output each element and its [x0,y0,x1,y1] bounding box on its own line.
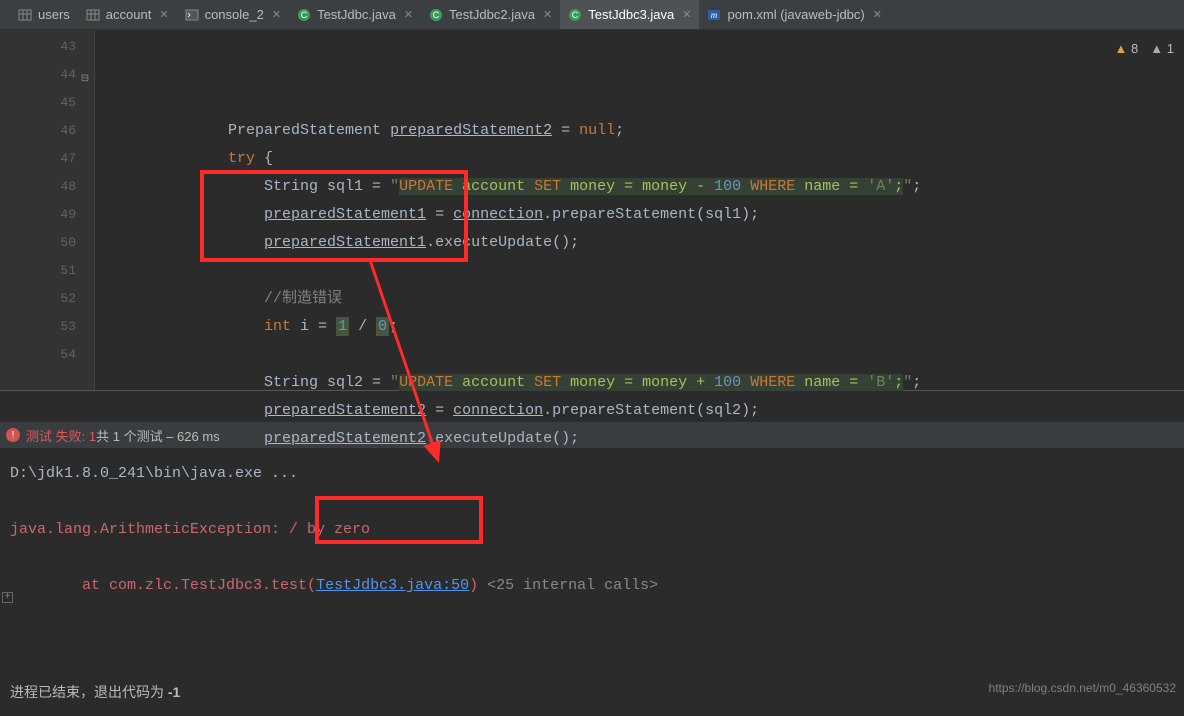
table-icon [18,8,32,22]
stack-at: at com.zlc.TestJdbc3.test( [10,577,316,594]
tab-label: pom.xml (javaweb-jdbc) [727,7,864,22]
code-line-51[interactable] [95,341,1184,369]
tab-label: users [38,7,70,22]
internal-calls: <25 internal calls> [478,577,658,594]
svg-text:C: C [301,10,308,20]
warning-count: 8 [1131,41,1138,56]
java-icon: C [297,8,311,22]
close-icon[interactable]: ✕ [272,8,281,21]
editor-tabs: usersaccount✕console_2✕CTestJdbc.java✕CT… [0,0,1184,30]
tab-console_2[interactable]: console_2 ✕ [177,0,290,29]
line-number: 53 [0,313,76,341]
code-line-54[interactable]: preparedStatement2.executeUpdate(); [95,425,1184,453]
tab-label: console_2 [205,7,264,22]
line-number: 52 [0,285,76,313]
expand-icon[interactable]: + [2,592,13,603]
tab-label: TestJdbc2.java [449,7,535,22]
tab-testjdbc2[interactable]: C TestJdbc2.java ✕ [421,0,560,29]
close-icon[interactable]: ✕ [159,8,168,21]
svg-text:C: C [433,10,440,20]
close-icon[interactable]: ✕ [404,8,413,21]
close-icon[interactable]: ✕ [873,8,882,21]
code-line-47[interactable]: preparedStatement1.executeUpdate(); [95,229,1184,257]
tab-label: TestJdbc.java [317,7,396,22]
table-icon [86,8,100,22]
line-number: 49 [0,201,76,229]
code-line-49[interactable]: //制造错误 [95,285,1184,313]
code-line-46[interactable]: preparedStatement1 = connection.prepareS… [95,201,1184,229]
weak-warning-count: 1 [1167,41,1174,56]
java-icon: C [568,8,582,22]
console-command: D:\jdk1.8.0_241\bin\java.exe ... [10,465,298,482]
code-area[interactable]: ▲ 8 ▲ 1 PreparedStatement preparedStatem… [95,30,1184,390]
test-status-label: 测试 失败: 1 [26,429,96,444]
code-line-43[interactable]: PreparedStatement preparedStatement2 = n… [95,117,1184,145]
svg-text:m: m [711,10,718,20]
line-number: 44 [0,61,76,89]
weak-warning-icon: ▲ [1150,41,1163,56]
tab-label: TestJdbc3.java [588,7,674,22]
tab-label: account [106,7,152,22]
tab-account[interactable]: account ✕ [78,0,177,29]
watermark: https://blog.csdn.net/m0_46360532 [989,681,1176,695]
line-number-gutter: ⊟ 434445464748495051525354 [0,30,95,390]
code-line-53[interactable]: preparedStatement2 = connection.prepareS… [95,397,1184,425]
tab-pom[interactable]: m pom.xml (javaweb-jdbc) ✕ [699,0,889,29]
code-line-52[interactable]: String sql2 = "UPDATE account SET money … [95,369,1184,397]
line-number: 48 [0,173,76,201]
exit-code: -1 [168,684,180,700]
tab-users[interactable]: users [10,0,78,29]
tab-testjdbc3[interactable]: C TestJdbc3.java ✕ [560,0,699,29]
console-exception: java.lang.ArithmeticException: / by zero [10,521,370,538]
code-line-48[interactable] [95,257,1184,285]
warning-icon: ▲ [1115,41,1128,56]
java-icon: C [429,8,443,22]
line-number: 50 [0,229,76,257]
console-output[interactable]: D:\jdk1.8.0_241\bin\java.exe ... java.la… [0,448,1184,668]
line-number: 54 [0,341,76,369]
code-line-44[interactable]: try { [95,145,1184,173]
line-number: 43 [0,33,76,61]
line-number: 45 [0,89,76,117]
inspection-warnings[interactable]: ▲ 8 ▲ 1 [1115,35,1174,63]
maven-icon: m [707,8,721,22]
code-line-45[interactable]: String sql1 = "UPDATE account SET money … [95,173,1184,201]
svg-text:C: C [572,10,579,20]
console-icon [185,8,199,22]
close-icon[interactable]: ✕ [682,8,691,21]
error-icon: ! [6,428,20,442]
line-number: 46 [0,117,76,145]
close-icon[interactable]: ✕ [543,8,552,21]
fold-icon[interactable]: ⊟ [80,66,90,76]
line-number: 47 [0,145,76,173]
code-line-50[interactable]: int i = 1 / 0; [95,313,1184,341]
line-number: 51 [0,257,76,285]
stack-link[interactable]: TestJdbc3.java:50 [316,577,469,594]
tab-testjdbc[interactable]: C TestJdbc.java ✕ [289,0,421,29]
code-editor: ⊟ 434445464748495051525354 ▲ 8 ▲ 1 Prepa… [0,30,1184,390]
